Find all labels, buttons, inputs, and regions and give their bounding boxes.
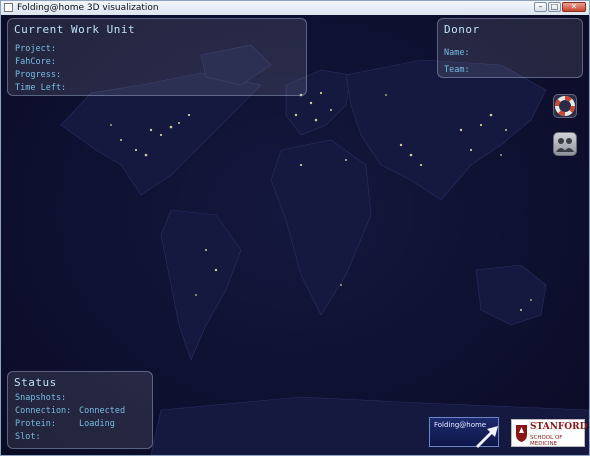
- minimize-button[interactable]: –: [534, 2, 547, 12]
- help-button[interactable]: [553, 94, 577, 118]
- app-window: Folding@home 3D visualization – □ ✕ Curr…: [0, 0, 590, 456]
- donor-panel: Donor Name: Team:: [437, 18, 583, 78]
- time-left-label: Time Left:: [15, 83, 67, 93]
- name-label: Name:: [444, 48, 470, 58]
- protein-value: Loading: [79, 419, 115, 429]
- stanford-logo[interactable]: STANFORD SCHOOL OF MEDICINE: [511, 419, 588, 447]
- title-bar[interactable]: Folding@home 3D visualization – □ ✕: [1, 1, 589, 16]
- stanford-title: STANFORD: [530, 422, 588, 432]
- status-panel: Status Snapshots: Connection: Connected …: [7, 371, 153, 449]
- continent-australia: [475, 264, 547, 326]
- continent-asia: [345, 59, 547, 201]
- app-icon: [4, 3, 13, 12]
- folding-at-home-logo[interactable]: Folding@home: [429, 417, 499, 448]
- connection-label: Connection:: [15, 406, 72, 416]
- people-icon: [556, 138, 574, 152]
- close-button[interactable]: ✕: [562, 2, 586, 12]
- stanford-subtitle: SCHOOL OF MEDICINE: [530, 435, 563, 447]
- current-work-unit-panel: Current Work Unit Project: FahCore: Prog…: [7, 18, 307, 96]
- project-label: Project:: [15, 44, 56, 54]
- visualization-viewport[interactable]: Current Work Unit Project: FahCore: Prog…: [1, 15, 589, 455]
- connection-value: Connected: [79, 406, 126, 416]
- continent-africa: [270, 139, 372, 316]
- stanford-shield-icon: [516, 425, 527, 442]
- protein-label: Protein:: [15, 419, 56, 429]
- maximize-button[interactable]: □: [548, 2, 561, 12]
- panel-title: Status: [14, 376, 57, 389]
- panel-title: Current Work Unit: [14, 23, 136, 36]
- fahcore-label: FahCore:: [15, 57, 56, 67]
- continent-south-america: [160, 209, 242, 361]
- slot-label: Slot:: [15, 432, 41, 442]
- arrow-icon: [476, 426, 498, 448]
- progress-label: Progress:: [15, 70, 62, 80]
- team-label: Team:: [444, 65, 470, 75]
- panel-title: Donor: [444, 23, 480, 36]
- team-button[interactable]: [553, 132, 577, 156]
- window-title: Folding@home 3D visualization: [17, 3, 159, 13]
- snapshots-label: Snapshots:: [15, 393, 67, 403]
- lifebuoy-icon: [555, 96, 575, 116]
